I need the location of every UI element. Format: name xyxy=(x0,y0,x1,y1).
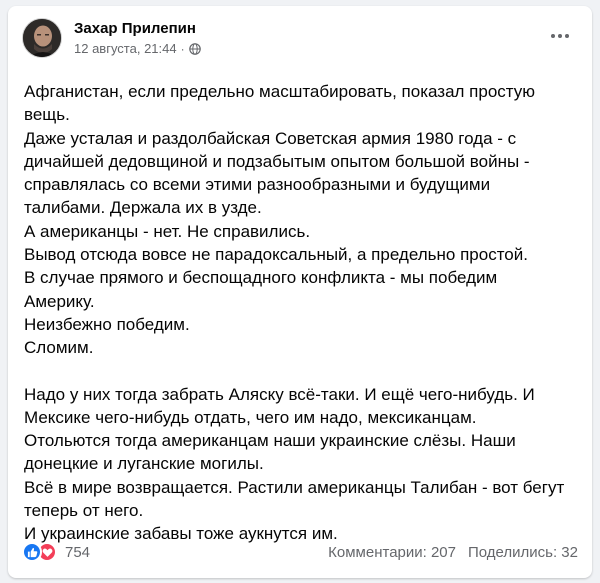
author-avatar[interactable] xyxy=(22,18,62,58)
globe-icon xyxy=(188,42,201,55)
post-line: теперь от него. xyxy=(24,501,144,521)
post-footer: 754 Комментарии: 207 Поделились: 32 xyxy=(22,542,578,566)
post-line: дичайшей дедовщиной и подзабытым опытом … xyxy=(24,151,530,171)
post-line: Сломим. xyxy=(24,338,94,358)
post-card: Захар Прилепин 12 августа, 21:44 · Афган… xyxy=(8,6,592,578)
post-line: В случае прямого и беспощадного конфликт… xyxy=(24,268,498,288)
comments-count-link[interactable]: Комментарии: 207 xyxy=(328,544,456,561)
post-line: вещь. xyxy=(24,105,70,125)
post-line: донецкие и луганские могилы. xyxy=(24,454,264,474)
reactions-summary[interactable]: 754 xyxy=(22,542,90,562)
post-line: Даже усталая и раздолбайская Советская а… xyxy=(24,128,517,148)
reaction-count: 754 xyxy=(65,543,91,561)
avatar-portrait xyxy=(23,19,61,57)
more-options-icon[interactable] xyxy=(546,26,574,46)
meta-separator: · xyxy=(180,41,185,56)
post-line: Всё в мире возвращается. Растили америка… xyxy=(24,477,565,497)
post-line: Мексике чего-нибудь отдать, чего им надо… xyxy=(24,407,477,427)
like-icon xyxy=(22,542,42,562)
post-paragraph: Надо у них тогда забрать Аляску всё-таки… xyxy=(24,383,584,546)
engagement-stats: Комментарии: 207 Поделились: 32 xyxy=(328,544,578,561)
post-paragraph: Афганистан, если предельно масштабироват… xyxy=(24,80,584,360)
post-line: Вывод отсюда вовсе не парадоксальный, а … xyxy=(24,245,528,265)
post-line: Америку. xyxy=(24,291,95,311)
shares-count-link[interactable]: Поделились: 32 xyxy=(468,544,578,561)
post-header: Захар Прилепин 12 августа, 21:44 · xyxy=(22,18,578,60)
post-date[interactable]: 12 августа, 21:44 xyxy=(74,41,177,56)
post-line: Неизбежно победим. xyxy=(24,314,190,334)
post-body: Афганистан, если предельно масштабироват… xyxy=(24,80,584,546)
post-line: Отольются тогда американцам наши украинс… xyxy=(24,431,516,451)
post-line: Афганистан, если предельно масштабироват… xyxy=(24,82,536,101)
post-line: А американцы - нет. Не справились. xyxy=(24,221,311,241)
post-line: талибами. Держала их в узде. xyxy=(24,198,262,218)
post-line: справлялась со всеми этими разнообразным… xyxy=(24,175,491,195)
post-line: Надо у них тогда забрать Аляску всё-таки… xyxy=(24,384,535,404)
post-meta: 12 августа, 21:44 · xyxy=(74,41,201,56)
author-name[interactable]: Захар Прилепин xyxy=(74,20,196,37)
